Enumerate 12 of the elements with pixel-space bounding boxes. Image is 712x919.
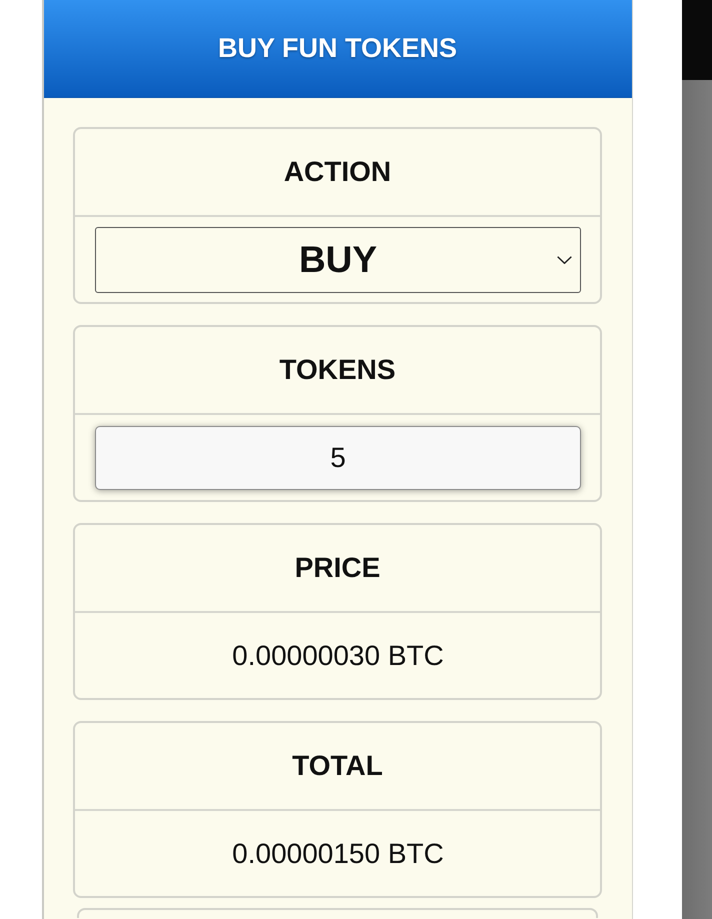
field-label: ACTION xyxy=(284,156,392,188)
chevron-down-icon xyxy=(557,256,572,264)
field-label: TOTAL xyxy=(292,750,383,782)
value-text: 0.00000150 BTC xyxy=(232,838,444,870)
action-dropdown[interactable]: BUY xyxy=(95,226,581,292)
tokens-input[interactable]: 5 xyxy=(95,426,581,490)
header-title: BUY FUN TOKENS xyxy=(218,33,458,64)
field-label: PRICE xyxy=(294,552,380,584)
scrollbar-track[interactable] xyxy=(682,0,712,919)
scrollbar-thumb[interactable] xyxy=(682,0,712,80)
field-label: TOKENS xyxy=(279,354,396,386)
value-text: 0.00000030 BTC xyxy=(232,640,444,672)
